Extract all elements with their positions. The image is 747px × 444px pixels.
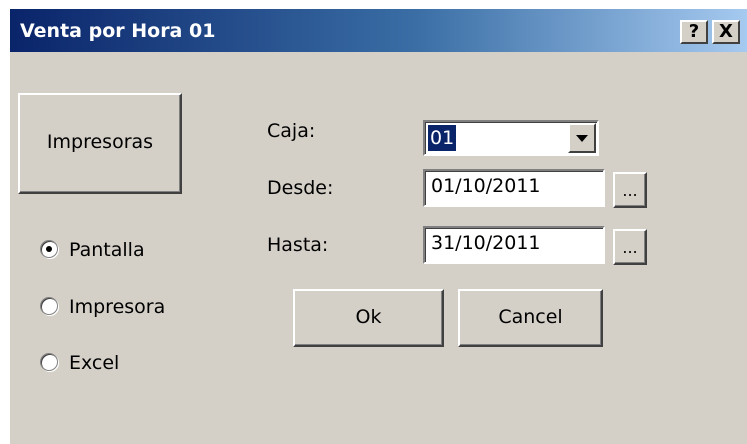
desde-label: Desde:	[267, 177, 334, 199]
caja-dropdown-button[interactable]	[568, 123, 596, 153]
caja-label: Caja:	[267, 120, 316, 142]
window-title: Venta por Hora 01	[20, 20, 216, 42]
close-button[interactable]: X	[712, 20, 740, 44]
title-bar[interactable]: Venta por Hora 01 ? X	[10, 9, 747, 52]
radio-button-impresora[interactable]	[40, 297, 58, 315]
caja-selected-value: 01	[428, 125, 457, 151]
ok-button[interactable]: Ok	[293, 289, 444, 347]
caja-select[interactable]: 01	[423, 120, 599, 156]
cancel-button[interactable]: Cancel	[458, 289, 603, 347]
hasta-picker-button[interactable]: ...	[613, 229, 647, 265]
radio-label-pantalla: Pantalla	[69, 239, 145, 261]
hasta-label: Hasta:	[267, 234, 329, 256]
hasta-date-field[interactable]: 31/10/2011	[423, 226, 605, 264]
help-button[interactable]: ?	[680, 20, 708, 44]
desde-picker-button[interactable]: ...	[613, 172, 647, 208]
radio-button-excel[interactable]	[40, 353, 58, 371]
radio-label-impresora: Impresora	[69, 296, 166, 318]
radio-button-pantalla[interactable]	[40, 240, 58, 258]
chevron-down-icon	[576, 135, 588, 142]
close-icon: X	[719, 21, 733, 42]
radio-label-excel: Excel	[69, 352, 120, 374]
help-icon: ?	[688, 21, 700, 42]
desde-date-field[interactable]: 01/10/2011	[423, 169, 605, 207]
impresoras-button[interactable]: Impresoras	[18, 93, 182, 194]
dialog-window: Venta por Hora 01 ? X Impresoras Pantall…	[9, 8, 747, 444]
